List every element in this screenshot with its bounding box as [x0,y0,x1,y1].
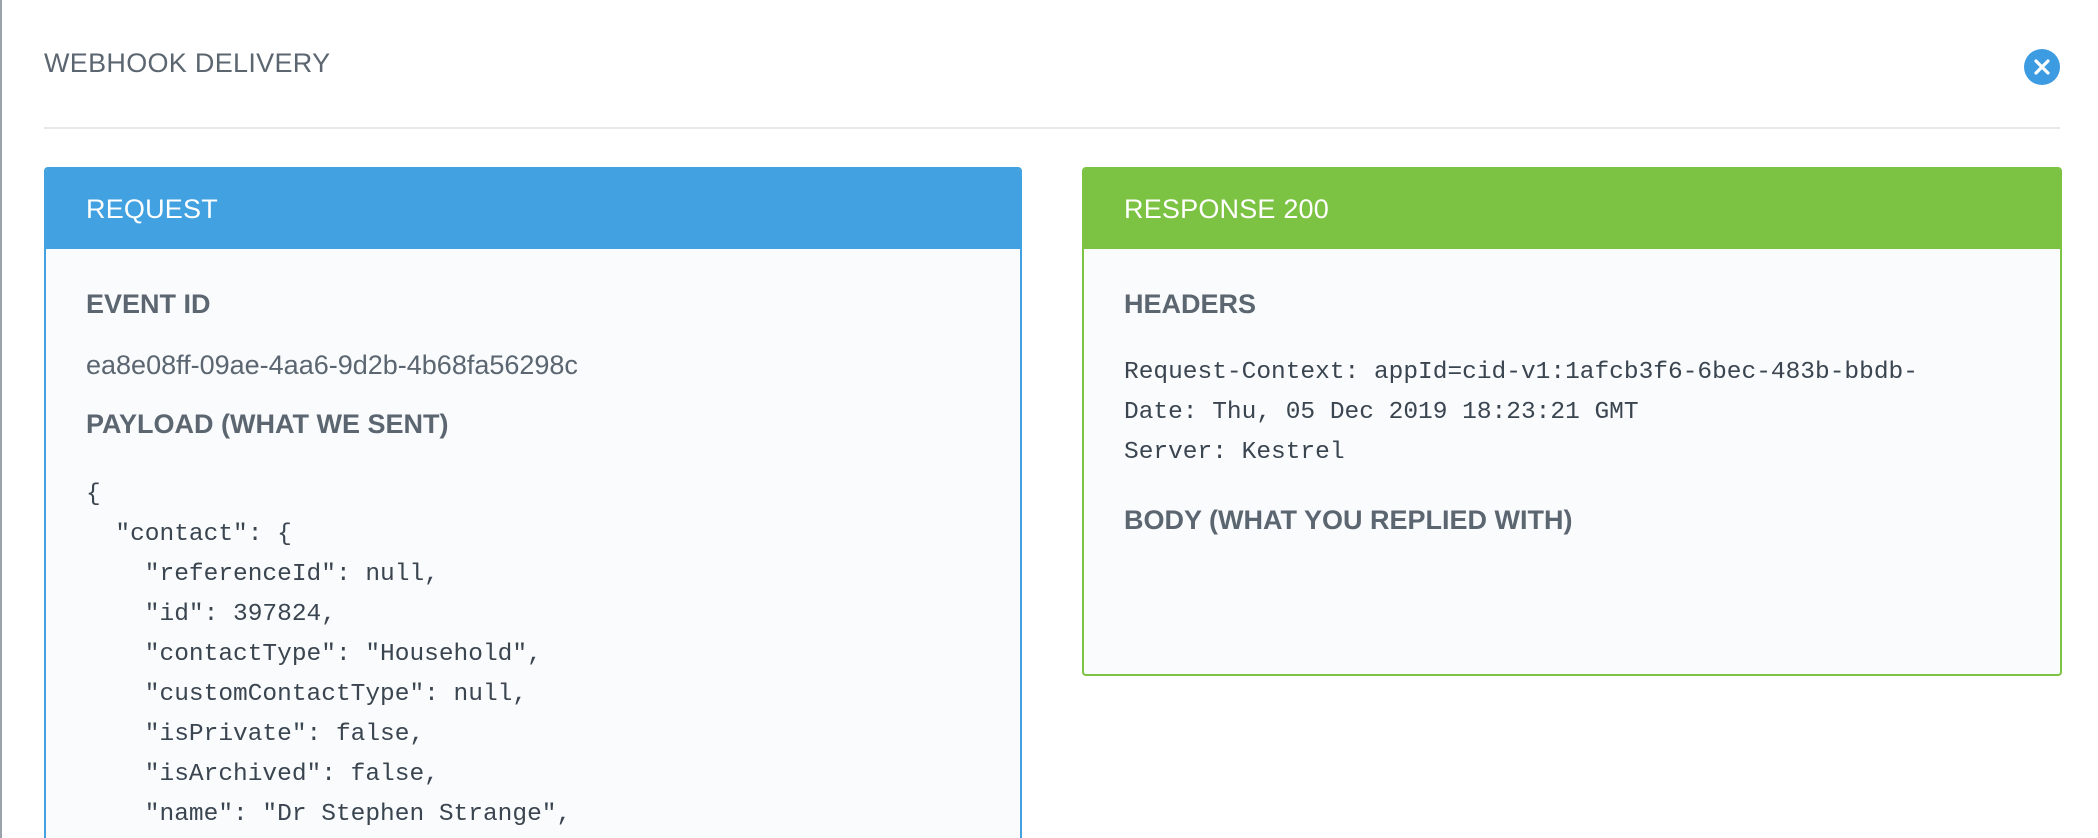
request-panel-header: REQUEST [46,169,1020,249]
code-line: "customContactType": null, [86,681,528,708]
response-panel: RESPONSE 200 HEADERS Request-Context: ap… [1082,167,2062,676]
modal-title: WEBHOOK DELIVERY [44,48,331,78]
code-line: "id": 397824, [86,601,336,628]
payload-label: PAYLOAD (WHAT WE SENT) [86,409,449,439]
modal-header: WEBHOOK DELIVERY [44,0,2060,129]
close-button[interactable] [2024,49,2060,85]
code-line: "name": "Dr Stephen Strange", [86,801,572,828]
code-line: "contactType": "Household", [86,641,542,668]
headers-label: HEADERS [1124,289,1257,319]
code-line: "isPrivate": false, [86,721,425,748]
event-id-label: EVENT ID [86,289,211,319]
header-line: Date: Thu, 05 Dec 2019 18:23:21 GMT [1124,399,1639,426]
code-line: "referenceId": null, [86,561,439,588]
code-line: { [86,481,101,508]
headers-code-block: Request-Context: appId=cid-v1:1afcb3f6-6… [1124,353,2016,473]
window-edge [0,0,2,838]
response-panel-header: RESPONSE 200 [1084,169,2060,249]
header-line: Request-Context: appId=cid-v1:1afcb3f6-6… [1124,359,1918,386]
close-icon [2034,59,2050,75]
body-label: BODY (WHAT YOU REPLIED WITH) [1124,505,1573,535]
event-id-value: ea8e08ff-09ae-4aa6-9d2b-4b68fa56298c [86,350,578,380]
code-line: "contact": { [86,521,292,548]
request-panel: REQUEST EVENT ID ea8e08ff-09ae-4aa6-9d2b… [44,167,1022,838]
header-line: Server: Kestrel [1124,439,1345,466]
code-line: "isArchived": false, [86,761,439,788]
payload-code-block: { "contact": { "referenceId": null, "id"… [86,475,571,835]
